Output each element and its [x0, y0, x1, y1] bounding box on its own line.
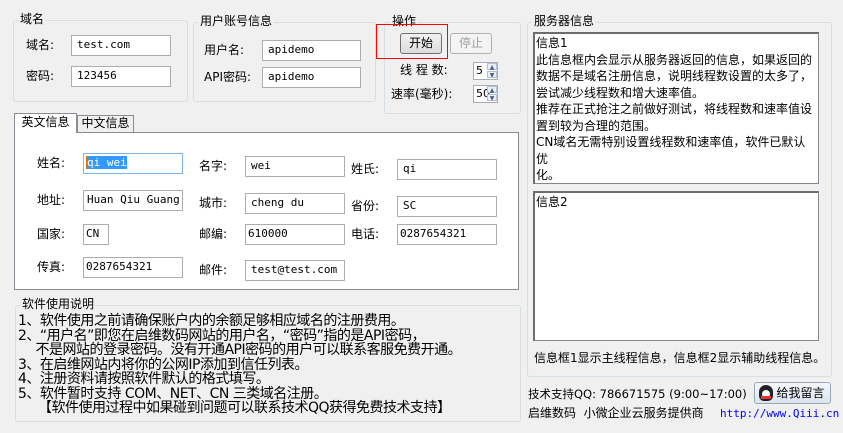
info1-line: 化。: [536, 168, 561, 182]
stop-button[interactable]: 停止: [450, 33, 492, 54]
message-button-label: 给我留言: [776, 386, 825, 400]
message-button[interactable]: 给我留言: [754, 382, 831, 404]
zip-input[interactable]: 610000: [245, 224, 345, 245]
qq-penguin-icon: [759, 385, 773, 401]
username-input[interactable]: apidemo: [262, 40, 361, 61]
tab-english-info[interactable]: 英文信息: [14, 113, 77, 133]
start-button[interactable]: 开始: [400, 33, 442, 54]
usage-line: 1、软件使用之前请确保账户内的余额足够相应域名的注册费用。: [18, 313, 405, 329]
account-group: [193, 22, 376, 102]
city-input[interactable]: cheng du: [245, 193, 345, 214]
info1-textarea[interactable]: 信息1 此信息框内会显示从服务器返回的信息，如果返回的 数据不是域名注册信息，说…: [533, 32, 819, 184]
domain-group-title: 域名: [18, 12, 47, 26]
api-password-input[interactable]: apidemo: [262, 67, 361, 88]
rate-spinner[interactable]: 50 ▲ ▼: [473, 85, 498, 103]
zip-label: 邮编:: [199, 227, 228, 241]
info1-line: 此信息框内会显示从服务器返回的信息，如果返回的: [536, 52, 813, 67]
usage-line: 【软件使用过程中如果碰到问题可以联系技术QQ获得免费技术支持】: [18, 400, 451, 416]
threads-spinner[interactable]: 5 ▲ ▼: [473, 62, 498, 80]
info1-line: 推荐在正式抢注之前做好测试，将线程数和速率值设: [536, 102, 813, 116]
lastname-label: 姓氏:: [351, 162, 380, 176]
address-input[interactable]: Huan Qiu Guang C: [83, 190, 183, 211]
fullname-value: qi wei: [86, 156, 127, 169]
company-text: 启维数码 小微企业云服务提供商: [528, 406, 704, 420]
info1-line: 信息1: [536, 36, 568, 50]
city-label: 城市:: [199, 196, 228, 210]
fax-input[interactable]: 0287654321: [83, 257, 183, 278]
usage-line: 3、在启维网站内将你的公网IP添加到信任列表。: [18, 356, 308, 373]
spin-down-icon[interactable]: ▼: [487, 71, 497, 79]
info2-text: 信息2: [536, 195, 568, 209]
email-input[interactable]: test@test.com: [245, 260, 345, 281]
usage-line: 4、注册资料请按照软件默认的格式填写。: [18, 371, 270, 387]
server-group-title: 服务器信息: [532, 14, 597, 28]
info1-line: 数据不是域名注册信息，说明线程数设置的太多了，: [536, 69, 813, 83]
info1-line: 置到较为合理的范围。: [536, 118, 657, 133]
spin-up-icon[interactable]: ▲: [487, 86, 497, 94]
password-label: 密码:: [26, 69, 55, 83]
spin-up-icon[interactable]: ▲: [487, 63, 497, 71]
tab-chinese-info[interactable]: 中文信息: [77, 115, 134, 132]
province-input[interactable]: SC: [397, 196, 497, 217]
phone-input[interactable]: 0287654321: [397, 224, 497, 245]
rate-label: 速率(毫秒):: [391, 87, 453, 101]
address-label: 地址:: [37, 193, 66, 207]
api-password-label: API密码:: [204, 70, 252, 84]
website-link[interactable]: http://www.Qiii.cn: [720, 407, 839, 421]
usage-text: 1、软件使用之前请确保账户内的余额足够相应域名的注册费用。 2、“用户名”即您在…: [18, 313, 462, 416]
firstname-label: 名字:: [199, 159, 228, 173]
fullname-input[interactable]: qi wei: [83, 153, 183, 174]
account-group-title: 用户账号信息: [198, 14, 275, 28]
usage-line: 不是网站的登录密码。没有开通API密码的用户可以联系客服免费开通。: [18, 342, 462, 358]
usage-group-title: 软件使用说明: [20, 297, 97, 311]
fax-label: 传真:: [37, 260, 66, 274]
threads-label: 线 程 数:: [400, 63, 448, 77]
info-caption: 信息框1显示主线程信息，信息框2显示辅助线程信息。: [534, 351, 826, 365]
domain-group: [13, 20, 188, 102]
spin-down-icon[interactable]: ▼: [487, 94, 497, 102]
username-label: 用户名:: [204, 43, 245, 57]
usage-line: 2、“用户名”即您在启维数码网站的用户名，“密码”指的是API密码，: [18, 327, 426, 344]
password-input[interactable]: 123456: [71, 66, 171, 87]
province-label: 省份:: [351, 199, 380, 213]
info1-line: CN域名无需特别设置线程数和速率值，软件已默认优: [536, 135, 806, 166]
phone-label: 电话:: [351, 227, 380, 241]
country-label: 国家:: [37, 227, 66, 241]
email-label: 邮件:: [199, 263, 228, 277]
domain-input[interactable]: test.com: [71, 35, 171, 56]
info2-textarea[interactable]: 信息2: [533, 191, 819, 341]
support-text: 技术支持QQ: 786671575 (9:00~17:00): [528, 387, 747, 401]
domain-label: 域名:: [26, 38, 55, 52]
info1-line: 尝试减少线程数和增大速率值。: [536, 85, 705, 100]
fullname-label: 姓名:: [37, 156, 66, 170]
firstname-input[interactable]: wei: [245, 156, 345, 177]
country-input[interactable]: CN: [83, 224, 109, 245]
threads-value: 5: [476, 64, 483, 77]
usage-line: 5、软件暂时支持 COM、NET、CN 三类域名注册。: [18, 385, 328, 402]
lastname-input[interactable]: qi: [397, 159, 497, 180]
